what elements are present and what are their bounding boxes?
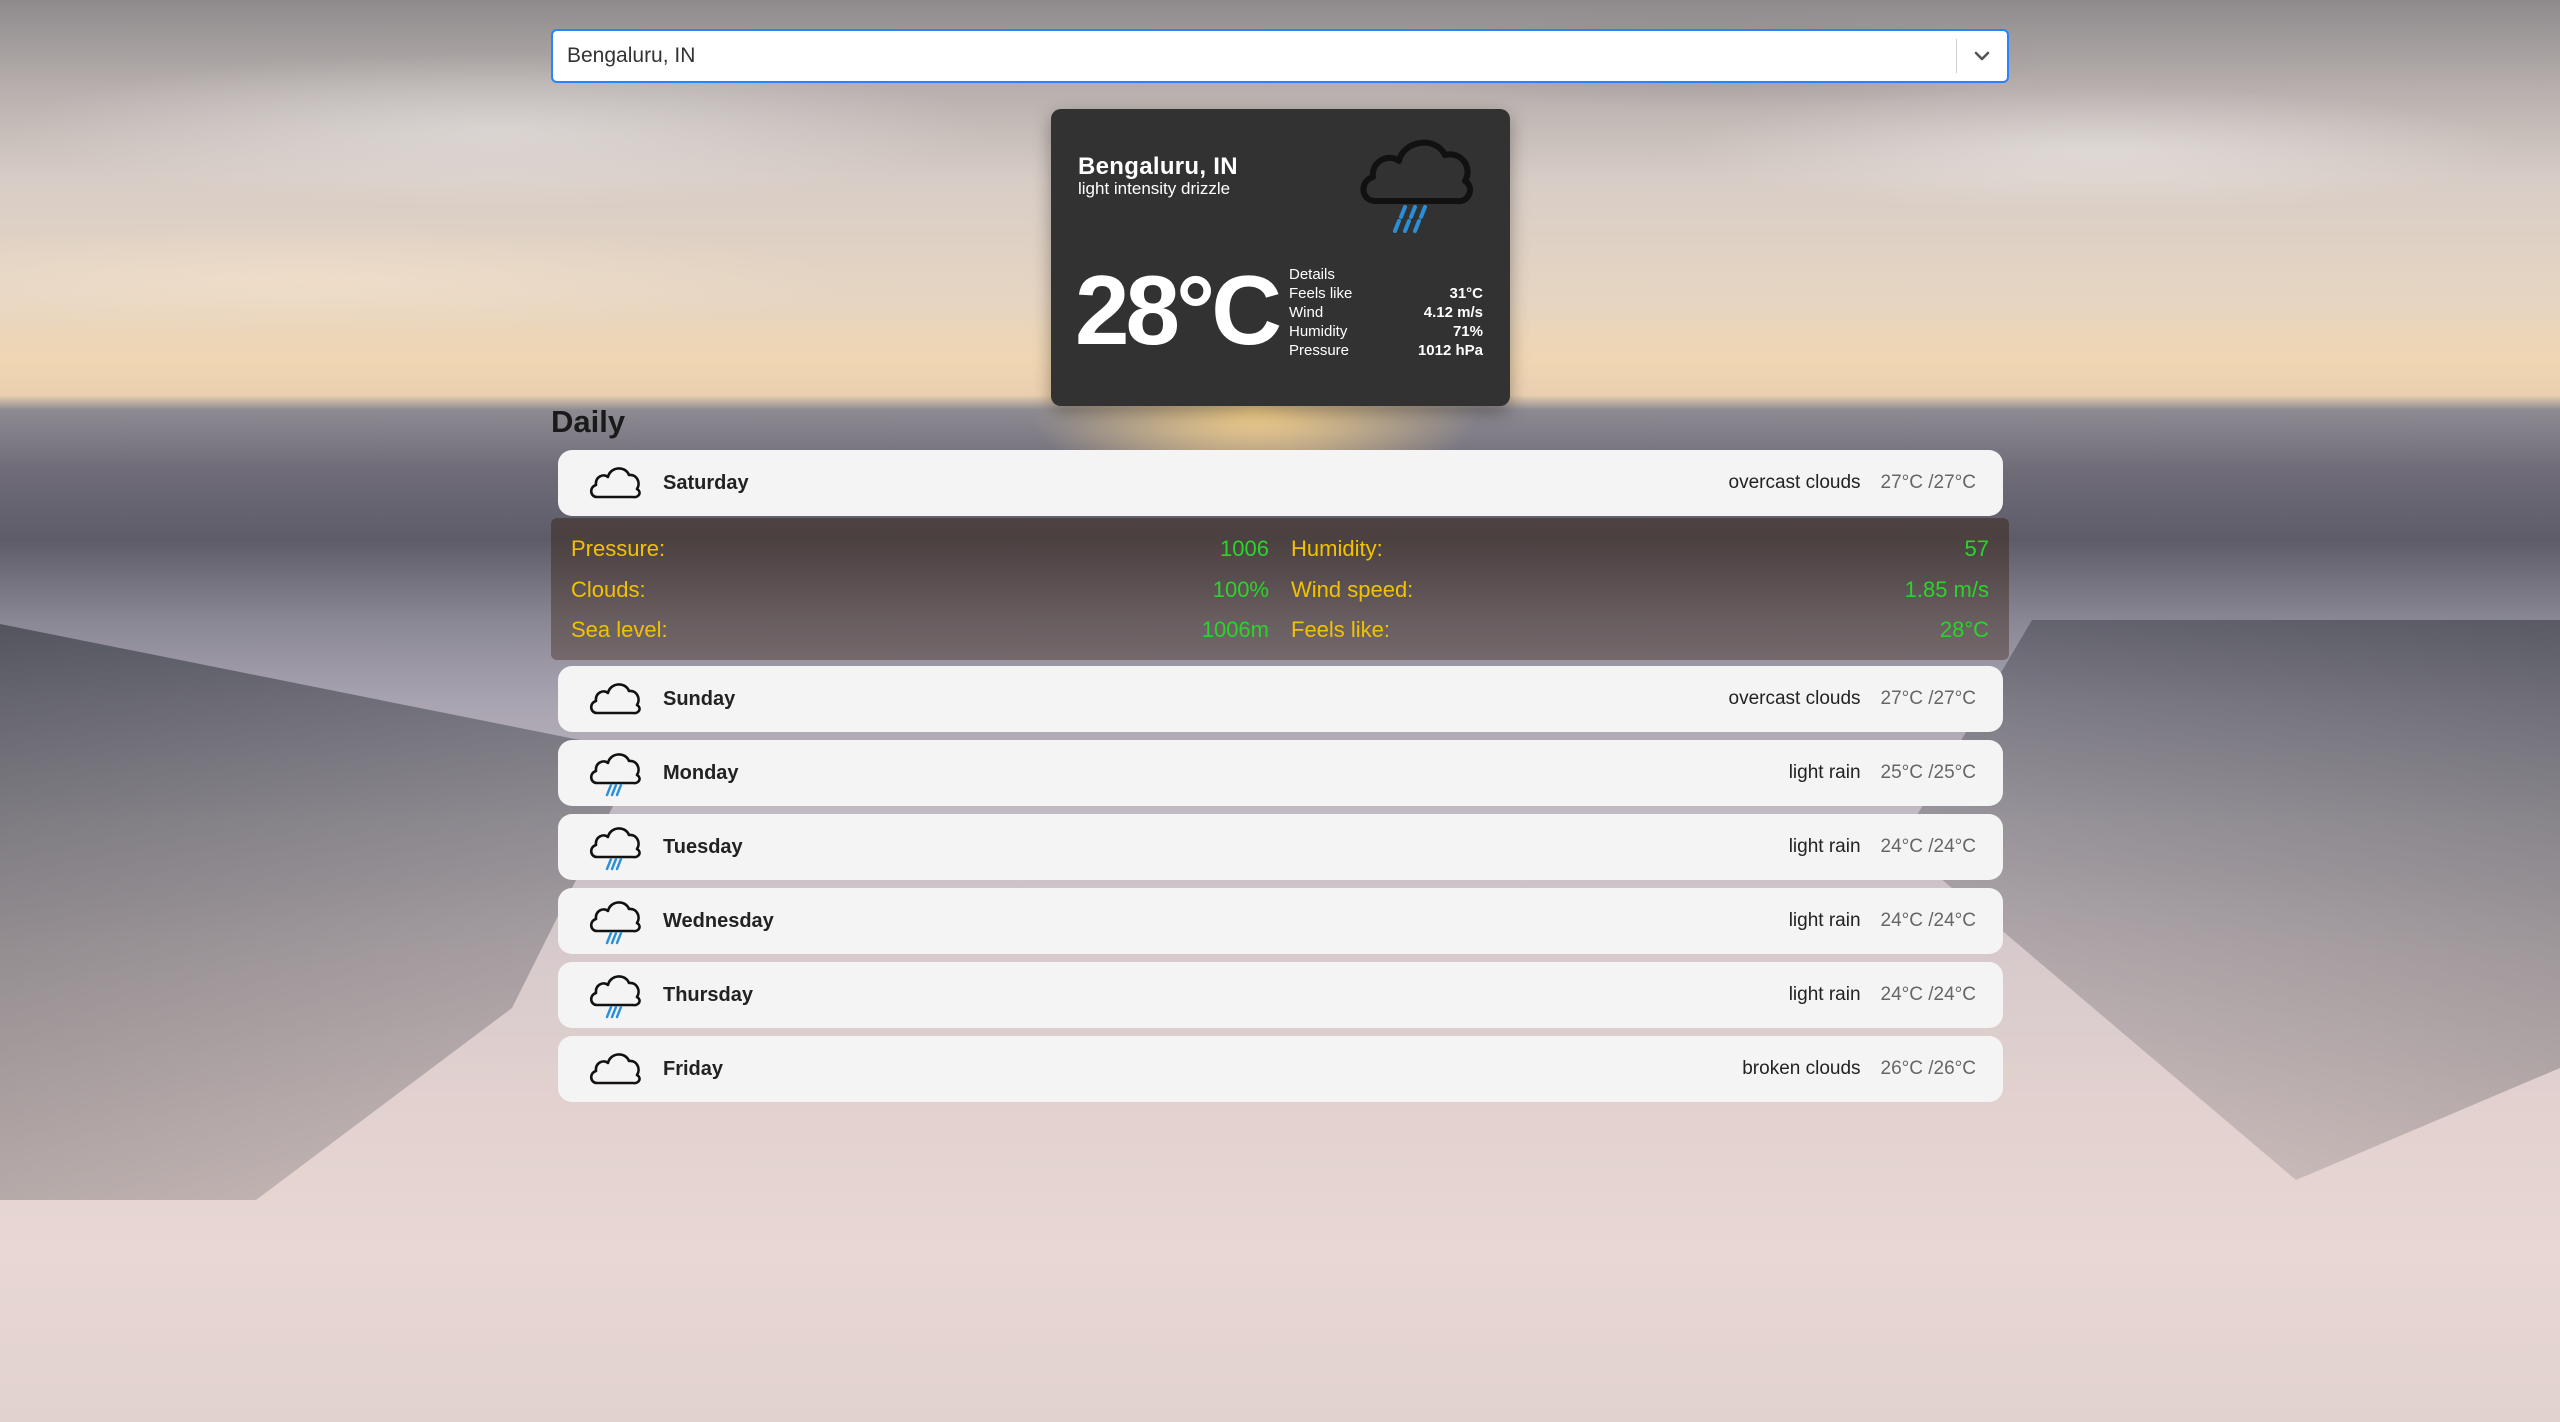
detail-value: 1006m — [1201, 617, 1269, 642]
day-name: Wednesday — [663, 909, 774, 932]
detail-row-wind: Wind 4.12 m/s — [1289, 303, 1483, 322]
detail-row-humidity: Humidity 71% — [1289, 322, 1483, 341]
rain-cloud-icon — [589, 827, 641, 871]
detail-humidity: Humidity: 57 — [1291, 536, 1989, 577]
day-row-wednesday[interactable]: Wednesday light rain 24°C /24°C — [558, 888, 2003, 954]
city-search-value[interactable]: Bengaluru, IN — [553, 44, 1956, 68]
detail-value: 31°C — [1449, 285, 1483, 302]
detail-row-feels-like: Feels like 31°C — [1289, 284, 1483, 303]
detail-value: 71% — [1452, 323, 1483, 340]
detail-label: Humidity — [1289, 323, 1348, 340]
day-temperature: 27°C /27°C — [1880, 472, 1976, 493]
detail-value: 57 — [1964, 536, 1989, 561]
day-row-thursday[interactable]: Thursday light rain 24°C /24°C — [558, 962, 2003, 1028]
cloud-icon — [589, 1053, 641, 1085]
detail-value: 1006 — [1220, 536, 1269, 561]
detail-wind-speed: Wind speed: 1.85 m/s — [1291, 577, 1989, 618]
drizzle-cloud-icon — [1360, 139, 1474, 233]
day-temperature: 24°C /24°C — [1880, 910, 1976, 931]
detail-value: 100% — [1212, 576, 1269, 602]
details-column-right: Humidity: 57 Wind speed: 1.85 m/s Feels … — [1291, 536, 1989, 660]
city-search-select[interactable]: Bengaluru, IN — [551, 29, 2009, 83]
detail-label: Feels like — [1289, 285, 1353, 302]
day-description: overcast clouds — [1728, 688, 1861, 709]
detail-label: Feels like: — [1291, 617, 1391, 642]
daily-title: Daily — [551, 404, 626, 439]
day-temperature: 26°C /26°C — [1880, 1058, 1976, 1079]
detail-sea-level: Sea level: 1006m — [571, 617, 1269, 658]
details-title: Details — [1289, 266, 1335, 283]
detail-value: 4.12 m/s — [1423, 304, 1483, 321]
detail-label: Clouds: — [571, 576, 646, 602]
day-description: light rain — [1788, 984, 1861, 1005]
current-city: Bengaluru, IN — [1078, 153, 1238, 180]
detail-value: 28°C — [1939, 617, 1989, 642]
detail-feels-like: Feels like: 28°C — [1291, 617, 1989, 658]
day-description: light rain — [1788, 762, 1861, 783]
day-row-saturday[interactable]: Saturday overcast clouds 27°C /27°C — [558, 450, 2003, 516]
day-row-tuesday[interactable]: Tuesday light rain 24°C /24°C — [558, 814, 2003, 880]
rain-cloud-icon — [589, 901, 641, 945]
detail-label: Humidity: — [1291, 536, 1383, 561]
rain-cloud-icon — [589, 753, 641, 797]
rain-cloud-icon — [589, 975, 641, 1019]
detail-value: 1.85 m/s — [1904, 576, 1989, 602]
detail-label: Wind — [1289, 304, 1324, 321]
dropdown-toggle[interactable] — [1957, 31, 2007, 81]
day-temperature: 27°C /27°C — [1880, 688, 1976, 709]
day-description: light rain — [1788, 910, 1861, 931]
detail-row-pressure: Pressure 1012 hPa — [1289, 341, 1483, 360]
day-row-sunday[interactable]: Sunday overcast clouds 27°C /27°C — [558, 666, 2003, 732]
day-row-friday[interactable]: Friday broken clouds 26°C /26°C — [558, 1036, 2003, 1102]
day-name: Thursday — [663, 983, 754, 1006]
day-name: Monday — [663, 761, 739, 784]
day-temperature: 25°C /25°C — [1880, 762, 1976, 783]
cloud-icon — [589, 683, 641, 715]
day-name: Sunday — [663, 687, 736, 710]
day-details-panel: Pressure: 1006 Clouds: 100% Sea level: 1… — [551, 518, 2009, 660]
day-name: Tuesday — [663, 835, 743, 858]
detail-label: Pressure: — [571, 536, 666, 561]
details-column-left: Pressure: 1006 Clouds: 100% Sea level: 1… — [571, 536, 1269, 660]
detail-clouds: Clouds: 100% — [571, 577, 1269, 618]
detail-value: 1012 hPa — [1417, 342, 1483, 359]
current-details: Details Feels like 31°C Wind 4.12 m/s Hu… — [1289, 265, 1483, 360]
day-name: Friday — [663, 1057, 724, 1080]
cloud-icon — [589, 467, 641, 499]
day-description: broken clouds — [1742, 1058, 1861, 1079]
current-weather-card: Bengaluru, IN light intensity drizzle 28… — [1051, 109, 1510, 406]
day-name: Saturday — [663, 471, 749, 494]
day-description: overcast clouds — [1728, 472, 1861, 493]
chevron-down-icon — [1974, 51, 1990, 61]
detail-label: Wind speed: — [1291, 576, 1414, 602]
current-temperature: 28°C — [1075, 255, 1282, 365]
detail-pressure: Pressure: 1006 — [571, 536, 1269, 577]
day-temperature: 24°C /24°C — [1880, 836, 1976, 857]
detail-label: Sea level: — [571, 617, 668, 642]
day-row-monday[interactable]: Monday light rain 25°C /25°C — [558, 740, 2003, 806]
day-temperature: 24°C /24°C — [1880, 984, 1976, 1005]
current-description: light intensity drizzle — [1078, 179, 1231, 198]
detail-label: Pressure — [1289, 342, 1350, 359]
day-description: light rain — [1788, 836, 1861, 857]
